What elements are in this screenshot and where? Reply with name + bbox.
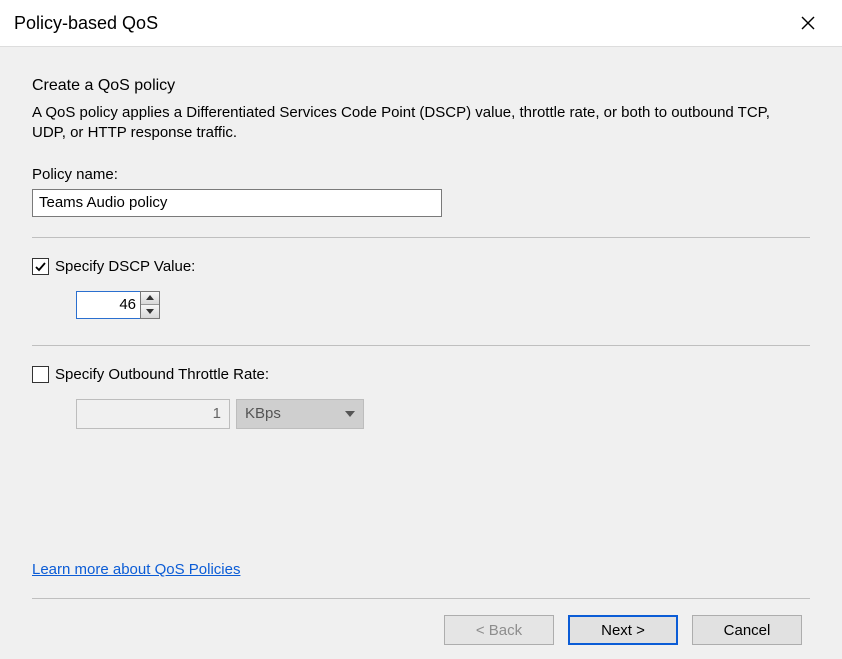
back-button: < Back bbox=[444, 615, 554, 645]
throttle-rate-input bbox=[76, 399, 230, 429]
throttle-checkbox-label: Specify Outbound Throttle Rate: bbox=[55, 366, 269, 383]
separator bbox=[32, 598, 810, 599]
throttle-inputs: KBps bbox=[76, 399, 810, 429]
policy-name-input[interactable] bbox=[32, 189, 442, 217]
qos-wizard-window: Policy-based QoS Create a QoS policy A Q… bbox=[0, 0, 842, 659]
page-heading: Create a QoS policy bbox=[32, 77, 810, 95]
dscp-value-input[interactable] bbox=[76, 291, 140, 319]
page-description: A QoS policy applies a Differentiated Se… bbox=[32, 103, 772, 144]
cancel-button[interactable]: Cancel bbox=[692, 615, 802, 645]
dscp-spinner-buttons bbox=[140, 291, 160, 319]
separator bbox=[32, 345, 810, 346]
dscp-value-spinner bbox=[76, 291, 810, 319]
chevron-down-icon bbox=[345, 411, 355, 417]
dscp-checkbox-row: Specify DSCP Value: bbox=[32, 258, 810, 275]
titlebar: Policy-based QoS bbox=[0, 0, 842, 47]
dscp-spin-up[interactable] bbox=[141, 292, 159, 306]
chevron-up-icon bbox=[146, 295, 154, 300]
policy-name-label: Policy name: bbox=[32, 166, 810, 183]
throttle-unit-select: KBps bbox=[236, 399, 364, 429]
close-icon bbox=[801, 16, 815, 30]
check-icon bbox=[34, 260, 47, 273]
dscp-spin-down[interactable] bbox=[141, 305, 159, 318]
dscp-checkbox[interactable] bbox=[32, 258, 49, 275]
throttle-checkbox-row: Specify Outbound Throttle Rate: bbox=[32, 366, 810, 383]
wizard-buttons: < Back Next > Cancel bbox=[32, 615, 810, 645]
chevron-down-icon bbox=[146, 309, 154, 314]
learn-more-link[interactable]: Learn more about QoS Policies bbox=[32, 561, 810, 578]
next-button[interactable]: Next > bbox=[568, 615, 678, 645]
dscp-checkbox-label: Specify DSCP Value: bbox=[55, 258, 195, 275]
close-button[interactable] bbox=[788, 3, 828, 43]
throttle-unit-value: KBps bbox=[245, 405, 281, 422]
separator bbox=[32, 237, 810, 238]
client-area: Create a QoS policy A QoS policy applies… bbox=[0, 47, 842, 659]
window-title: Policy-based QoS bbox=[14, 13, 158, 34]
throttle-checkbox[interactable] bbox=[32, 366, 49, 383]
